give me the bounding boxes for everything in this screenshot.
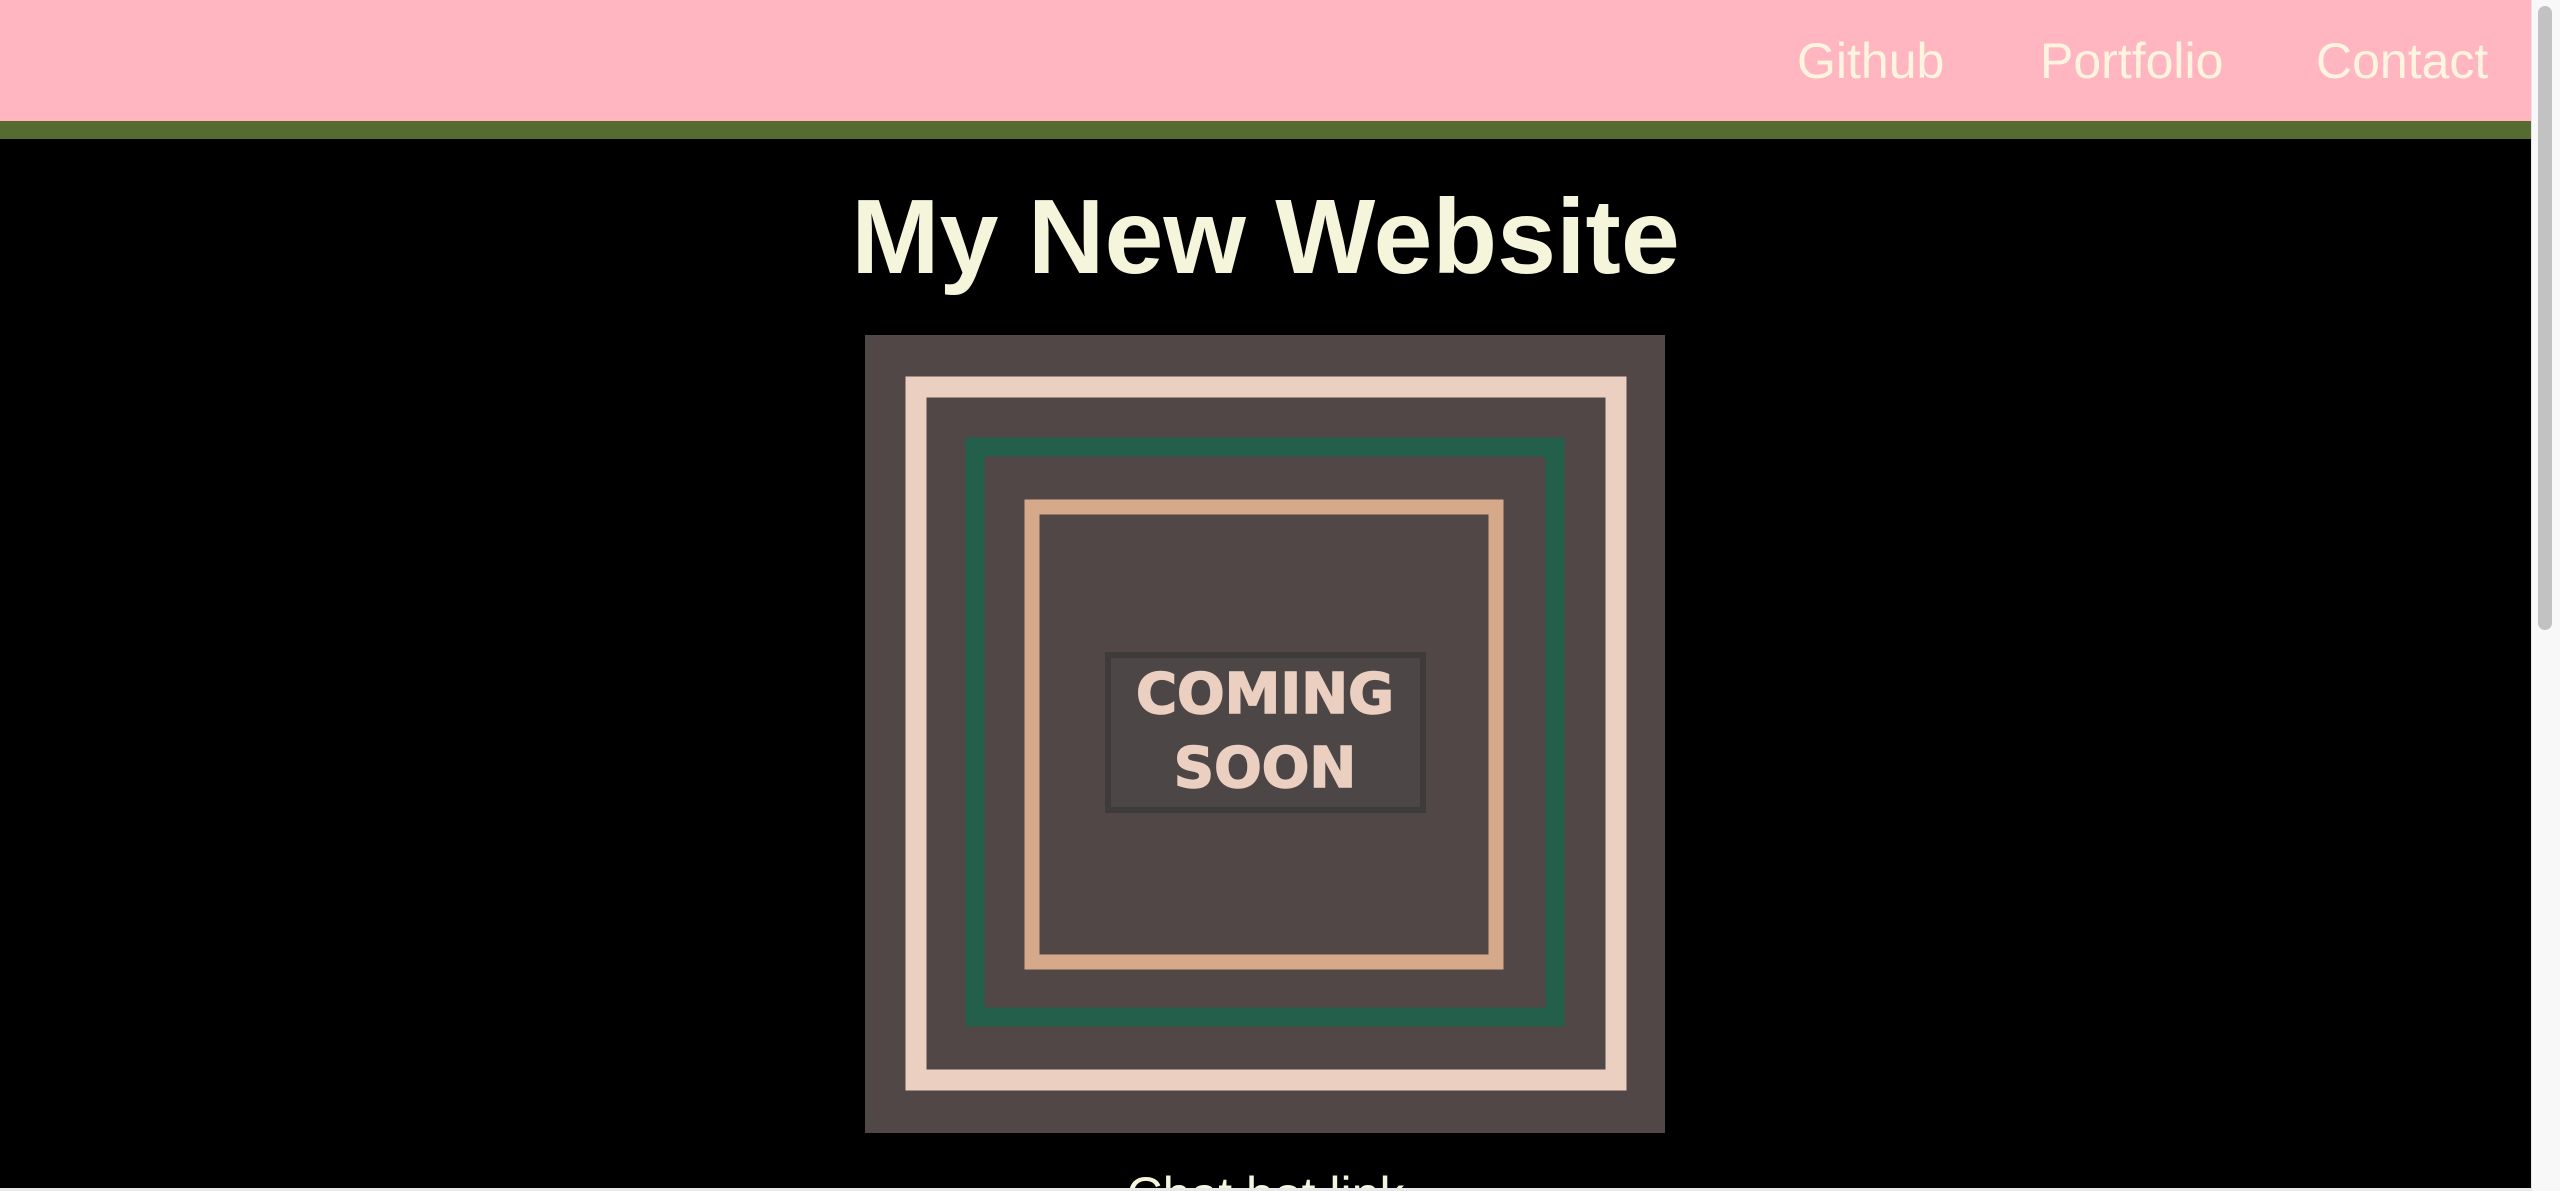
- coming-soon-line2: SOON: [1174, 736, 1356, 801]
- navbar-bottom-border: [0, 121, 2531, 139]
- nav-link-contact[interactable]: Contact: [2316, 28, 2488, 94]
- page-title: My New Website: [851, 178, 1680, 296]
- coming-soon-line1: COMING: [1136, 662, 1394, 727]
- nav-link-github[interactable]: Github: [1797, 28, 1944, 94]
- top-navbar: Github Portfolio Contact: [0, 0, 2531, 121]
- page-viewport: Github Portfolio Contact My New Website …: [0, 0, 2531, 1191]
- coming-soon-image: COMING SOON: [865, 335, 1665, 1133]
- vertical-scrollbar-thumb[interactable]: [2538, 6, 2552, 630]
- nav-link-portfolio[interactable]: Portfolio: [2040, 28, 2223, 94]
